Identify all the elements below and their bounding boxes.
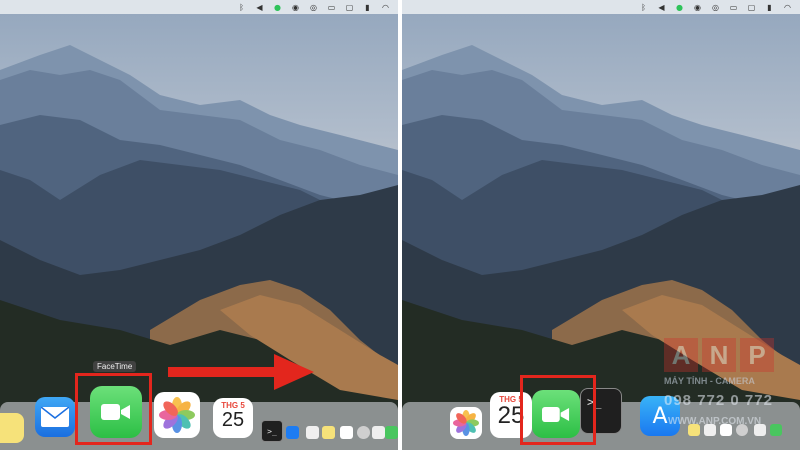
bluetooth-icon[interactable]: ᛒ [639, 3, 648, 12]
facetime-highlight-box [75, 373, 152, 445]
photos-app-icon[interactable] [450, 407, 482, 439]
airplay-icon[interactable]: ▭ [729, 3, 738, 12]
watermark-website: WWW.ANP.COM.VN [668, 416, 762, 427]
focus-icon[interactable]: ◎ [309, 3, 318, 12]
system-settings-icon[interactable] [357, 426, 370, 439]
calendar-app-icon[interactable]: THG 5 25 [213, 398, 253, 438]
messages-icon[interactable] [385, 426, 398, 439]
preview-icon[interactable] [340, 426, 353, 439]
focus-icon[interactable]: ◎ [711, 3, 720, 12]
facetime-status-icon[interactable]: ● [675, 3, 684, 12]
display-icon[interactable]: ▢ [747, 3, 756, 12]
battery-icon[interactable]: ▮ [363, 3, 372, 12]
watermark-letter-p: P [740, 338, 774, 372]
menu-bar: ᛒ ◀ ● ◉ ◎ ▭ ▢ ▮ ◠ [0, 0, 398, 14]
facetime-status-icon[interactable]: ● [273, 3, 282, 12]
bluetooth-icon[interactable]: ᛒ [237, 3, 246, 12]
record-icon[interactable]: ◉ [693, 3, 702, 12]
notes-small-icon[interactable] [306, 426, 319, 439]
battery-icon[interactable]: ▮ [765, 3, 774, 12]
airplay-icon[interactable]: ▭ [327, 3, 336, 12]
watermark-tagline: MÁY TÍNH - CAMERA [664, 376, 755, 386]
right-screenshot: ᛒ ◀ ● ◉ ◎ ▭ ▢ ▮ ◠ THG 5 25 >_ A A N P MÁ… [402, 0, 800, 450]
watermark-phone: 098 772 0 772 [664, 392, 773, 409]
record-icon[interactable]: ◉ [291, 3, 300, 12]
volume-icon[interactable]: ◀ [255, 3, 264, 12]
facetime-tooltip: FaceTime [93, 361, 137, 372]
volume-icon[interactable]: ◀ [657, 3, 666, 12]
stickies-icon[interactable] [322, 426, 335, 439]
wifi-icon[interactable]: ◠ [783, 3, 792, 12]
mail-app-icon[interactable] [35, 397, 75, 437]
display-icon[interactable]: ▢ [345, 3, 354, 12]
app-store-icon[interactable] [286, 426, 299, 439]
transition-arrow-icon [168, 354, 314, 390]
photos-app-icon[interactable] [154, 392, 200, 438]
calendar-day: 25 [221, 409, 245, 431]
menu-bar: ᛒ ◀ ● ◉ ◎ ▭ ▢ ▮ ◠ [402, 0, 800, 14]
terminal-app-icon[interactable]: >_ [261, 420, 283, 442]
facetime-highlight-box [520, 375, 596, 445]
finder-small-icon[interactable] [372, 426, 385, 439]
watermark-letter-n: N [702, 338, 736, 372]
wifi-icon[interactable]: ◠ [381, 3, 390, 12]
messages-icon[interactable] [770, 424, 782, 436]
watermark-letter-a: A [664, 338, 698, 372]
notes-app-icon[interactable] [0, 413, 24, 443]
